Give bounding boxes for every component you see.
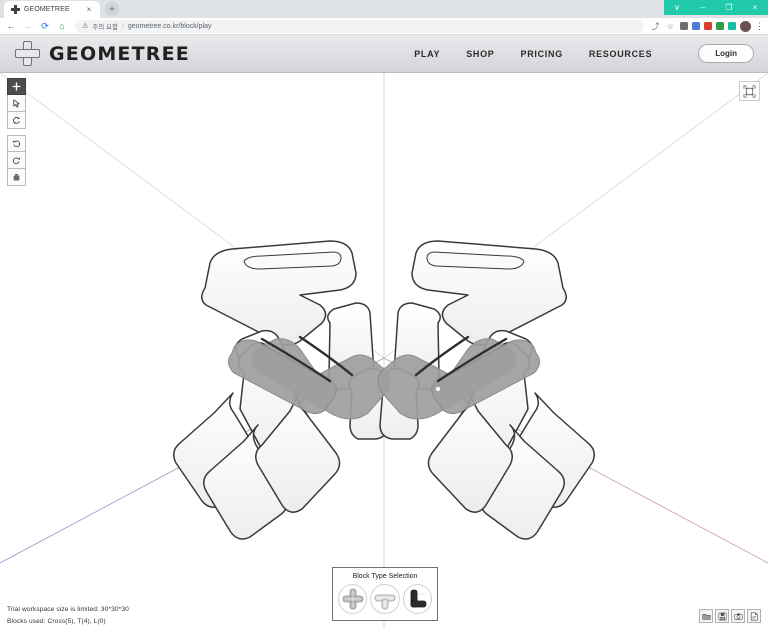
bookmark-star-icon[interactable]: ☆ xyxy=(665,21,676,32)
nav-item-resources[interactable]: RESOURCES xyxy=(589,49,652,59)
workspace-limit-text: Trial workspace size is limited: 30*30*3… xyxy=(7,606,129,613)
open-project-button[interactable] xyxy=(699,609,713,623)
extension-icon-5[interactable] xyxy=(728,22,736,30)
browser-tab[interactable]: GEOMETREE × xyxy=(4,1,100,18)
viewport-actions xyxy=(699,609,761,623)
camera-icon xyxy=(733,613,743,620)
extension-icon-3[interactable] xyxy=(704,22,712,30)
l-block-icon xyxy=(410,589,427,608)
not-secure-warning-icon: ⚠ xyxy=(82,23,89,30)
block-type-l-option[interactable] xyxy=(402,584,432,614)
select-tool[interactable] xyxy=(7,95,26,112)
tab-title: GEOMETREE xyxy=(24,6,70,13)
block-options-row xyxy=(338,584,432,614)
redo-tool[interactable] xyxy=(7,152,26,169)
share-icon[interactable]: ⤴ xyxy=(650,21,661,32)
tool-group-secondary xyxy=(7,135,26,186)
brand-name: GEOMETREE xyxy=(49,42,190,65)
workspace-status: Trial workspace size is limited: 30*30*3… xyxy=(7,606,129,625)
nav-item-shop[interactable]: SHOP xyxy=(466,49,494,59)
profile-avatar[interactable] xyxy=(740,20,751,32)
undo-icon xyxy=(12,140,21,148)
blocks-used-text: Blocks used: Cross(5), T(4), L(0) xyxy=(7,618,106,625)
undo-tool[interactable] xyxy=(7,135,26,152)
extension-icon-2[interactable] xyxy=(692,22,700,30)
cross-block-logo-icon xyxy=(14,41,40,67)
trash-delete-icon xyxy=(13,173,20,181)
login-button[interactable]: Login xyxy=(698,44,754,63)
new-tab-button[interactable]: + xyxy=(105,2,119,16)
rotate-tool[interactable] xyxy=(7,112,26,129)
nav-item-pricing[interactable]: PRICING xyxy=(521,49,563,59)
redo-icon xyxy=(12,156,21,164)
t-block-icon xyxy=(374,594,396,610)
axis-guides xyxy=(0,73,768,628)
home-icon[interactable]: ⌂ xyxy=(55,19,69,33)
block-type-selection-panel: Block Type Selection xyxy=(332,567,438,621)
block-panel-title: Block Type Selection xyxy=(352,573,418,580)
extension-icon-4[interactable] xyxy=(716,22,724,30)
browser-titlebar: GEOMETREE × + ∨ – ❐ × xyxy=(0,0,768,18)
not-secure-label: 주의 요함 xyxy=(92,24,119,31)
address-bar[interactable]: ⚠ 주의 요함 | geometree.co.kr/block/play xyxy=(75,19,644,33)
window-close-button[interactable]: × xyxy=(742,0,768,15)
add-block-tool[interactable] xyxy=(7,78,26,95)
zoom-to-extents-icon xyxy=(743,85,756,97)
rotate-orbit-icon xyxy=(13,116,20,124)
document-export-icon xyxy=(750,611,758,621)
folder-open-icon xyxy=(701,613,711,620)
block-type-t-option[interactable] xyxy=(370,584,400,614)
cross-block-icon xyxy=(342,588,364,610)
forward-icon[interactable]: → xyxy=(21,19,35,33)
tab-strip: GEOMETREE × + xyxy=(0,0,119,18)
fit-to-view-button[interactable] xyxy=(739,81,760,101)
nav-item-play[interactable]: PLAY xyxy=(414,49,440,59)
window-maximize-button[interactable]: ❐ xyxy=(716,0,742,15)
delete-tool[interactable] xyxy=(7,169,26,186)
reload-icon[interactable]: ⟳ xyxy=(38,19,52,33)
window-minimize-button[interactable]: – xyxy=(690,0,716,15)
tab-favicon-cross-icon xyxy=(11,5,20,14)
browser-toolbar: ← → ⟳ ⌂ ⚠ 주의 요함 | geometree.co.kr/block/… xyxy=(0,18,768,35)
window-controls: ∨ – ❐ × xyxy=(664,0,768,18)
export-button[interactable] xyxy=(747,609,761,623)
browser-menu-icon[interactable]: ⋮ xyxy=(755,21,764,31)
3d-viewport[interactable]: Trial workspace size is limited: 30*30*3… xyxy=(0,73,768,628)
omnibox-separator: | xyxy=(122,22,124,30)
window-minimize-tray-button[interactable]: ∨ xyxy=(664,0,690,15)
address-bar-url: geometree.co.kr/block/play xyxy=(127,22,212,30)
cursor-select-icon xyxy=(13,98,20,108)
site-header: GEOMETREE PLAY SHOP PRICING RESOURCES Lo… xyxy=(0,35,768,73)
main-navigation: PLAY SHOP PRICING RESOURCES Login xyxy=(414,44,754,63)
tool-group-primary xyxy=(7,78,26,129)
back-icon[interactable]: ← xyxy=(4,19,18,33)
screenshot-button[interactable] xyxy=(731,609,745,623)
viewport-toolbar xyxy=(7,78,26,186)
save-project-button[interactable] xyxy=(715,609,729,623)
tab-close-icon[interactable]: × xyxy=(84,5,94,14)
brand-logo-link[interactable]: GEOMETREE xyxy=(14,41,190,67)
extension-icon-1[interactable] xyxy=(680,22,688,30)
browser-toolbar-right: ⤴ ☆ ⋮ xyxy=(650,20,764,32)
block-type-cross-option[interactable] xyxy=(338,584,368,614)
plus-icon xyxy=(12,82,21,91)
floppy-save-icon xyxy=(718,612,726,620)
